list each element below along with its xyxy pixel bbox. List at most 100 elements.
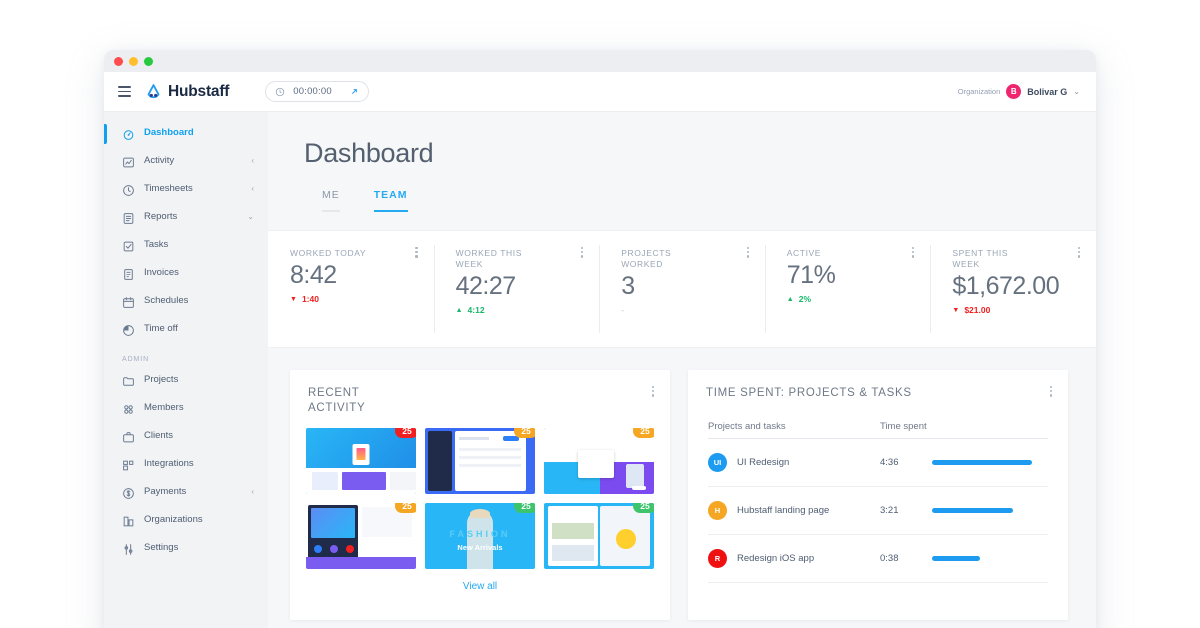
panel-menu-icon[interactable] (1050, 386, 1052, 397)
column-header-time: Time spent (880, 421, 932, 432)
sliders-icon (122, 543, 135, 556)
sidebar-item-clients[interactable]: Clients (104, 423, 268, 451)
clock-icon (275, 87, 285, 97)
time-bar (932, 508, 1013, 513)
sidebar-item-dashboard[interactable]: Dashboard (104, 120, 268, 148)
sidebar-item-integrations[interactable]: Integrations (104, 451, 268, 479)
panel-menu-icon[interactable] (652, 386, 654, 397)
activity-thumbnail[interactable]: 25 (425, 428, 535, 494)
table-row[interactable]: UI UI Redesign 4:36 (708, 439, 1048, 487)
timer-value: 00:00:00 (293, 86, 332, 97)
stat-value: 42:27 (456, 272, 600, 301)
hubstaff-logo-icon (145, 83, 162, 100)
sidebar-item-schedules[interactable]: Schedules (104, 288, 268, 316)
stat-delta-value: $21.00 (964, 305, 986, 315)
invoice-icon (122, 268, 135, 281)
time-spent-table-header: Projects and tasks Time spent (708, 401, 1048, 439)
activity-thumbnail[interactable]: 25 (544, 503, 654, 569)
project-avatar: H (708, 501, 727, 520)
screenshot-root: Hubstaff 00:00:00 Organization B Bolivar… (0, 0, 1200, 628)
sidebar-item-timesheets[interactable]: Timesheets ‹ (104, 176, 268, 204)
arrow-up-icon: ▲ (787, 294, 794, 305)
sidebar-item-label: Reports (144, 211, 177, 223)
tab-team[interactable]: TEAM (374, 189, 408, 212)
report-document-icon (122, 212, 135, 225)
close-window-dot[interactable] (114, 57, 123, 66)
timer-widget[interactable]: 00:00:00 (265, 81, 369, 102)
stat-delta: ▼ 1:40 (290, 294, 434, 305)
sidebar-item-label: Projects (144, 374, 178, 386)
stat-value: 71% (787, 261, 931, 290)
sidebar-item-label: Time off (144, 323, 178, 335)
stat-delta-value: 1:40 (302, 294, 319, 304)
clock-icon (122, 184, 135, 197)
activity-thumbnail[interactable]: 25 (306, 428, 416, 494)
sidebar-item-label: Invoices (144, 267, 179, 279)
table-row[interactable]: R Redesign iOS app 0:38 (708, 535, 1048, 583)
sidebar-item-tasks[interactable]: Tasks (104, 232, 268, 260)
briefcase-icon (122, 431, 135, 444)
sidebar-item-members[interactable]: Members (104, 395, 268, 423)
hamburger-icon[interactable] (118, 86, 131, 97)
maximize-window-dot[interactable] (144, 57, 153, 66)
app-body: Dashboard Activity ‹ Timesheets ‹ (104, 112, 1096, 628)
arrow-start-icon[interactable] (350, 87, 359, 96)
sidebar-item-activity[interactable]: Activity ‹ (104, 148, 268, 176)
activity-thumbnail[interactable]: 25 (306, 503, 416, 569)
stat-menu-icon[interactable] (415, 247, 417, 258)
sidebar-item-settings[interactable]: Settings (104, 535, 268, 563)
activity-badge: 25 (633, 428, 654, 438)
view-all-link[interactable]: View all (290, 569, 670, 592)
activity-thumbnail[interactable]: 25 (544, 428, 654, 494)
chevron-left-icon[interactable]: ‹ (251, 486, 254, 498)
activity-thumbnail[interactable]: 25 FASHION New Arrivals (425, 503, 535, 569)
arrow-down-icon: ▼ (952, 305, 959, 316)
sidebar-item-label: Members (144, 402, 184, 414)
activity-badge: 25 (395, 428, 416, 438)
sidebar-item-label: Integrations (144, 458, 194, 470)
stat-delta: ▲ 4:12 (456, 305, 600, 316)
chevron-down-icon[interactable]: ⌄ (247, 211, 254, 223)
stat-menu-icon[interactable] (1078, 247, 1080, 258)
sidebar-item-reports[interactable]: Reports ⌄ (104, 204, 268, 232)
stat-menu-icon[interactable] (747, 247, 749, 258)
stat-card-active: ACTIVE 71% ▲ 2% (765, 231, 931, 347)
sidebar-item-invoices[interactable]: Invoices (104, 260, 268, 288)
activity-badge: 25 (395, 503, 416, 513)
time-value: 4:36 (880, 457, 932, 468)
integrations-icon (122, 459, 135, 472)
sidebar-item-payments[interactable]: Payments ‹ (104, 479, 268, 507)
brand-logo[interactable]: Hubstaff (145, 83, 229, 101)
minimize-window-dot[interactable] (129, 57, 138, 66)
sidebar-item-label: Schedules (144, 295, 188, 307)
sidebar-item-projects[interactable]: Projects (104, 367, 268, 395)
tab-me[interactable]: ME (322, 189, 340, 212)
avatar: B (1006, 84, 1021, 99)
sidebar-section-admin: ADMIN (104, 344, 268, 367)
arrow-up-icon: ▲ (456, 305, 463, 316)
sidebar-item-label: Settings (144, 542, 178, 554)
stat-label: ACTIVE (787, 248, 865, 259)
folder-icon (122, 375, 135, 388)
table-row[interactable]: H Hubstaff landing page 3:21 (708, 487, 1048, 535)
stat-card-worked-this-week: WORKED THIS WEEK 42:27 ▲ 4:12 (434, 231, 600, 347)
stat-menu-icon[interactable] (581, 247, 583, 258)
sidebar-item-organizations[interactable]: Organizations (104, 507, 268, 535)
page-title: Dashboard (304, 138, 1096, 169)
chevron-left-icon[interactable]: ‹ (251, 155, 254, 167)
chevron-left-icon[interactable]: ‹ (251, 183, 254, 195)
chevron-down-icon[interactable]: ⌄ (1073, 87, 1080, 96)
window-titlebar (104, 50, 1096, 72)
stat-delta-value: - (621, 305, 624, 315)
sidebar-item-label: Activity (144, 155, 174, 167)
project-name-cell: H Hubstaff landing page (708, 501, 880, 520)
stat-delta: ▲ 2% (787, 294, 931, 305)
user-menu[interactable]: Organization B Bolivar G ⌄ (958, 84, 1082, 99)
sidebar-item-time-off[interactable]: Time off (104, 316, 268, 344)
checkbox-icon (122, 240, 135, 253)
thumbnail-caption: New Arrivals (425, 543, 535, 552)
time-bar (932, 556, 980, 561)
stat-label: SPENT THIS WEEK (952, 248, 1030, 270)
stat-menu-icon[interactable] (912, 247, 914, 258)
sidebar: Dashboard Activity ‹ Timesheets ‹ (104, 112, 268, 628)
